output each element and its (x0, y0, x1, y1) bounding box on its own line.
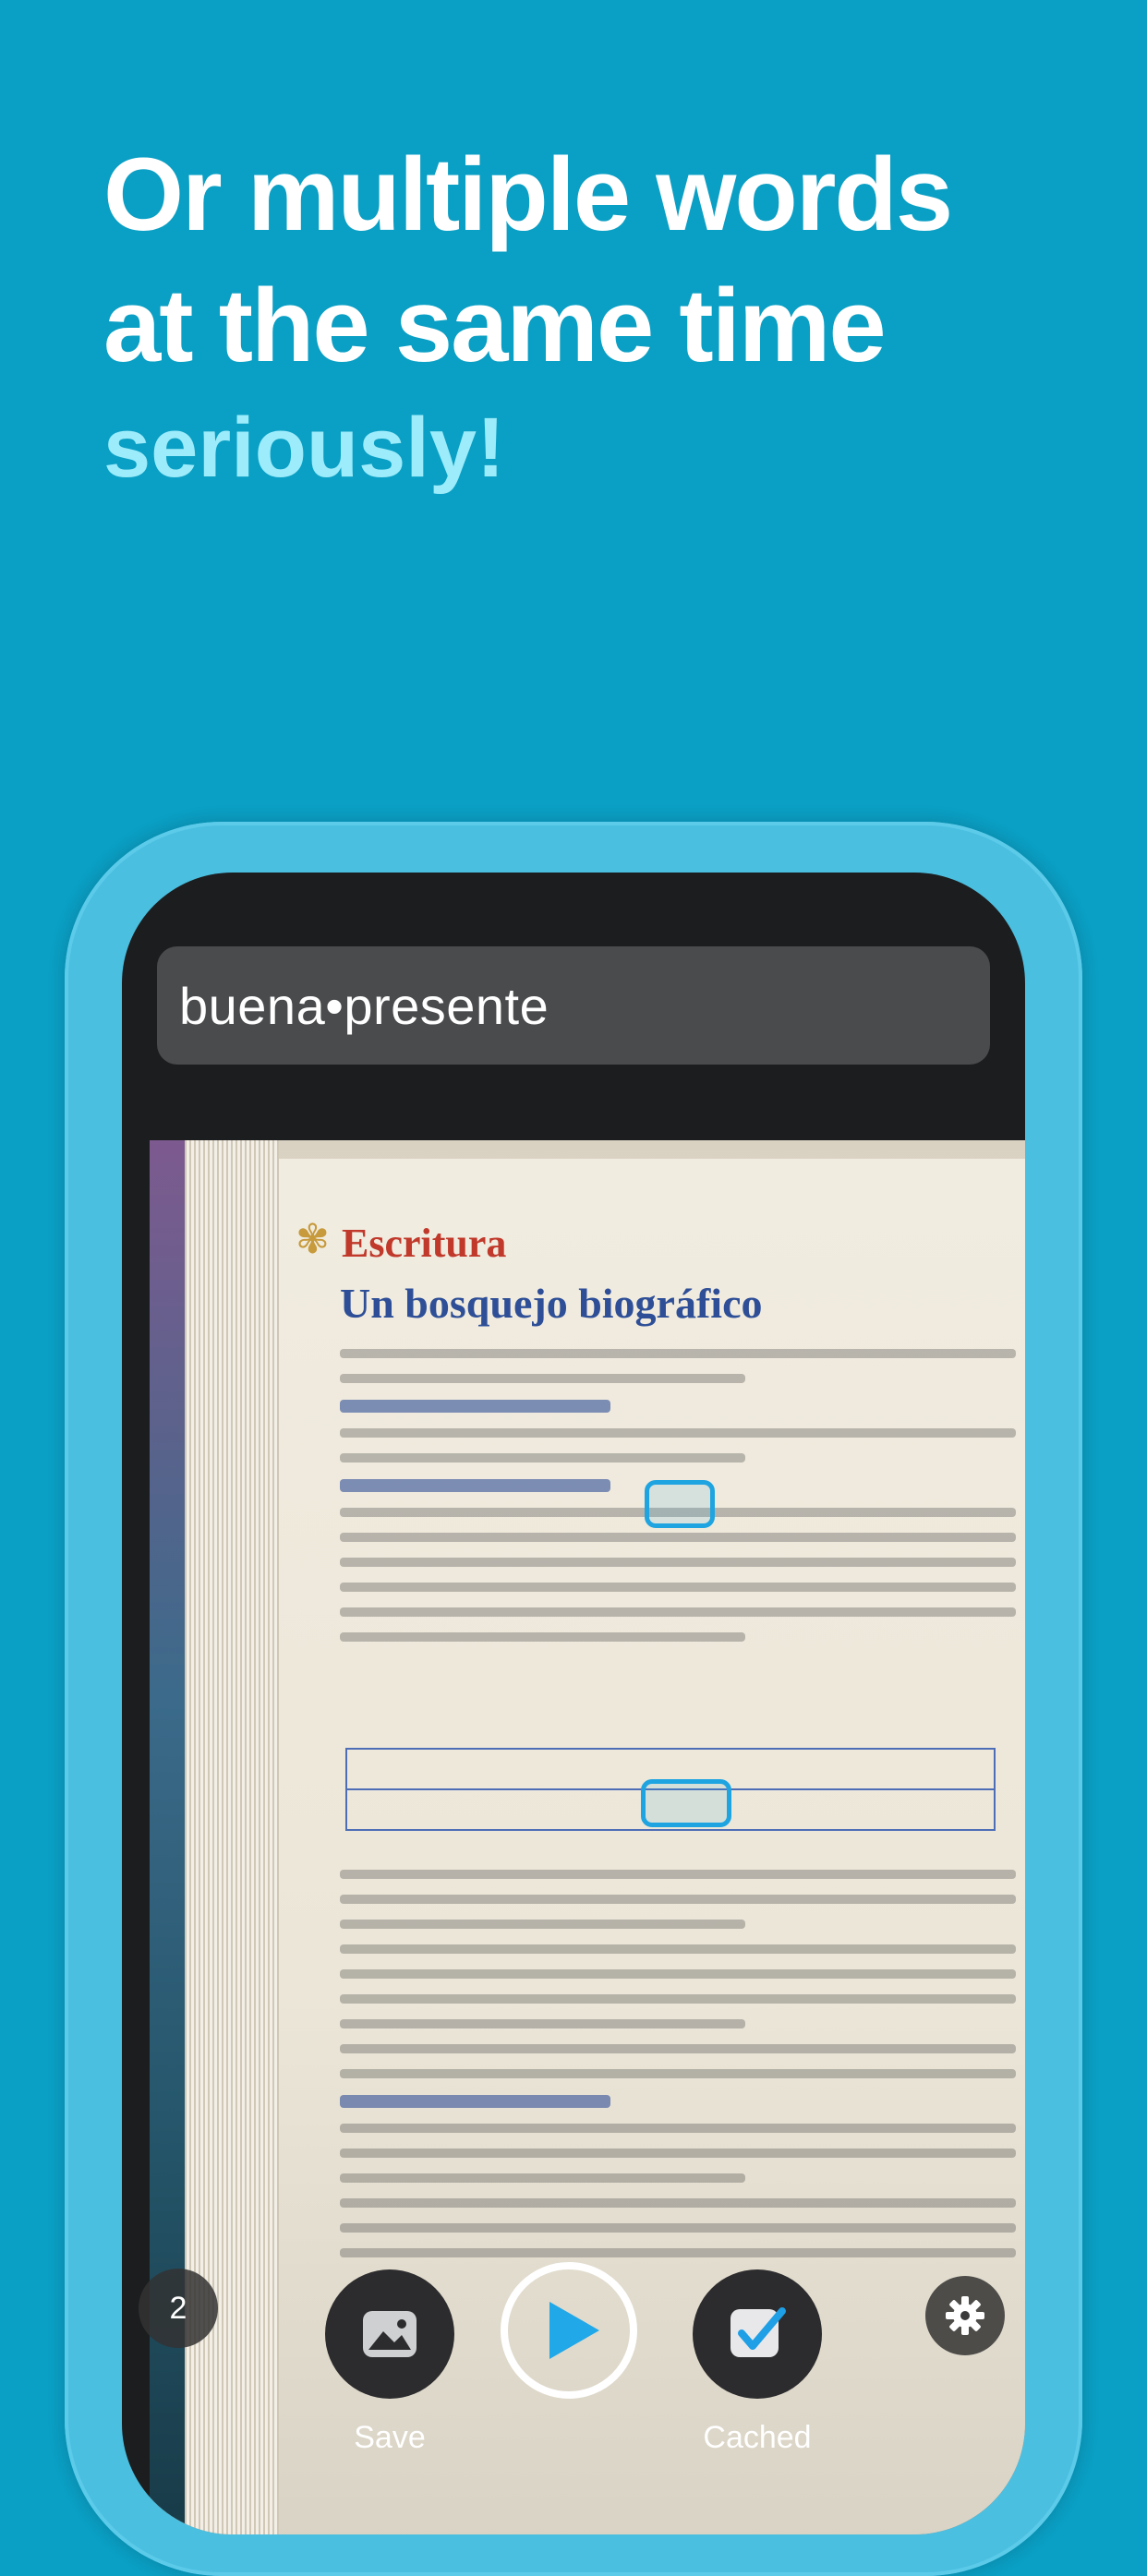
checkbox-icon (730, 2307, 786, 2357)
headline: Or multiple words at the same time (103, 129, 1064, 391)
book-ornament: ✾ (296, 1217, 330, 1262)
image-icon (363, 2311, 417, 2357)
word-highlight-presente[interactable] (641, 1779, 731, 1827)
headline-line-1: Or multiple words (103, 137, 953, 252)
play-button[interactable] (501, 2262, 637, 2399)
word-highlight-buena[interactable] (645, 1480, 715, 1528)
page-count-badge[interactable]: 2 (139, 2269, 218, 2348)
translation-query: buena•presente (179, 976, 549, 1035)
book-text-lines-lower (340, 1870, 1016, 2359)
headline-accent: seriously! (103, 401, 505, 495)
book-section-title: Escritura (342, 1221, 507, 1266)
translation-bar[interactable]: buena•presente (157, 946, 990, 1065)
cached-button-label: Cached (703, 2420, 812, 2455)
save-button[interactable] (325, 2269, 454, 2399)
phone-screen: ✾ Escritura Un bosquejo biográfico buena… (122, 873, 1025, 2534)
gear-icon (946, 2296, 984, 2335)
cached-button[interactable] (693, 2269, 822, 2399)
play-icon (549, 2302, 599, 2359)
settings-button[interactable] (925, 2276, 1005, 2355)
headline-line-2: at the same time (103, 268, 887, 383)
save-button-label: Save (354, 2420, 426, 2455)
book-title: Un bosquejo biográfico (340, 1280, 763, 1327)
